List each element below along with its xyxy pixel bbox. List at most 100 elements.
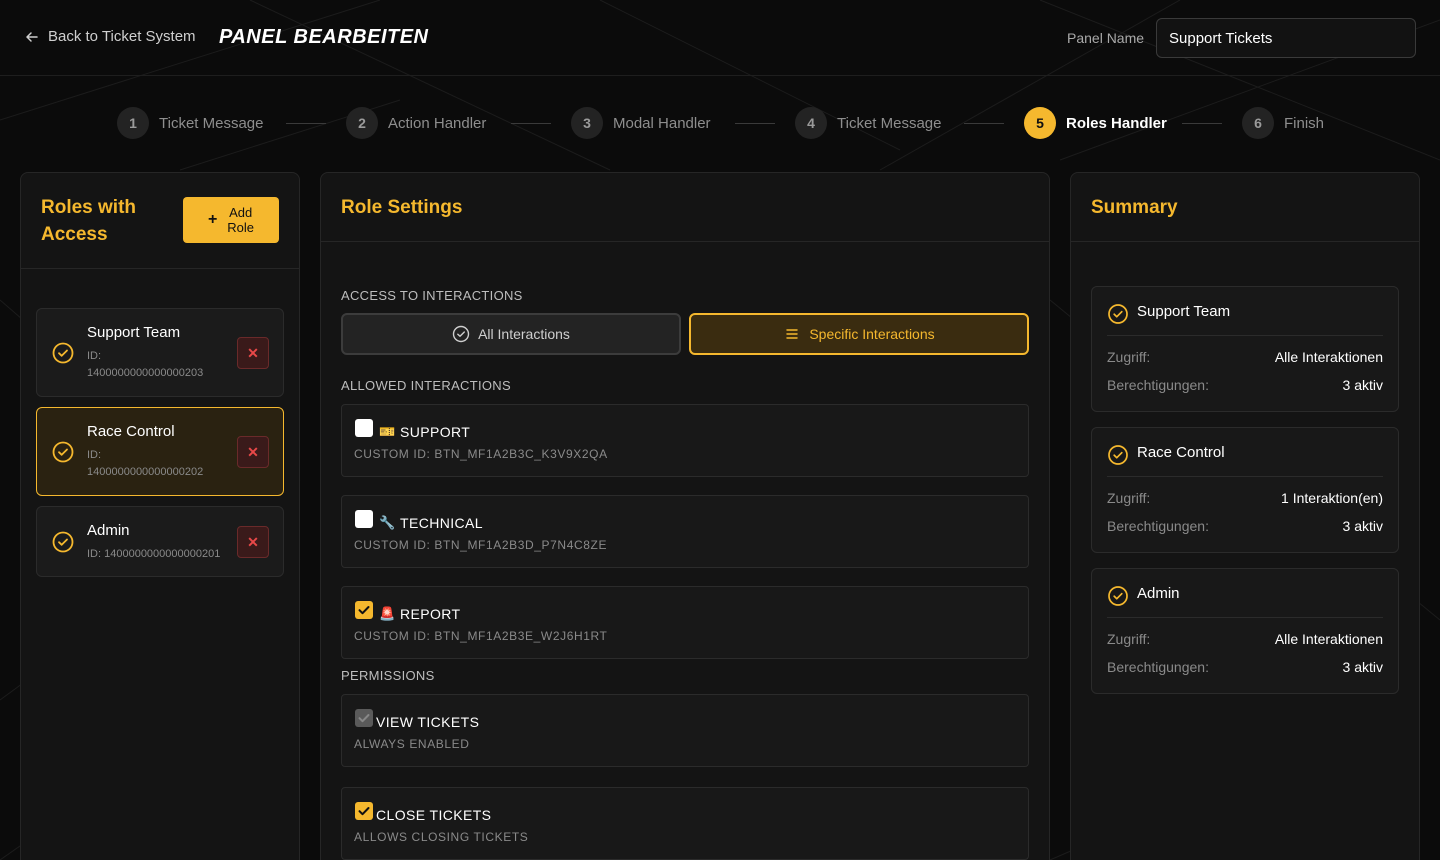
summary-access-row: Zugriff: Alle Interaktionen [1107,631,1383,647]
roles-panel-header: Roles with Access + Add Role [21,173,299,269]
summary-divider [1107,335,1383,336]
step-indicator: 1 Ticket Message 2 Action Handler 3 Moda… [0,76,1440,172]
interaction-custom-id: CUSTOM ID: BTN_MF1A2B3E_W2J6H1RT [354,629,608,643]
summary-permissions-key: Berechtigungen: [1107,518,1209,534]
summary-access-key: Zugriff: [1107,349,1151,365]
checkmark-icon [358,714,370,723]
step-label: Finish [1284,114,1325,132]
close-icon: ✕ [247,443,259,460]
role-id-value: 1400000000000000202 [87,466,204,478]
check-circle-icon [52,531,74,553]
add-role-button[interactable]: + Add Role [183,197,279,243]
step-connector [735,123,775,124]
ticket-icon: 🎫 [379,424,396,439]
permissions-section-label: PERMISSIONS [341,668,435,683]
summary-divider [1107,617,1383,618]
all-interactions-label: All Interactions [478,326,570,342]
step-number: 1 [117,107,149,139]
permission-checkbox[interactable] [355,802,373,820]
panel-name-label: Panel Name [1067,30,1145,46]
step-2[interactable]: 2 Action Handler [346,107,486,139]
role-name: Admin [87,522,130,539]
permission-item-view-tickets: VIEW TICKETS ALWAYS ENABLED [341,694,1029,767]
siren-icon: 🚨 [379,606,396,621]
role-id: ID: 1400000000000000203 [87,348,237,382]
summary-permissions-value: 3 aktiv [1342,518,1383,534]
step-3[interactable]: 3 Modal Handler [571,107,711,139]
interaction-item-technical: 🔧 TECHNICAL CUSTOM ID: BTN_MF1A2B3D_P7N4… [341,495,1029,568]
summary-card-support-team: Support Team Zugriff: Alle Interaktionen… [1091,286,1399,412]
step-label: Roles Handler [1066,114,1167,132]
delete-role-button[interactable]: ✕ [237,526,269,558]
summary-permissions-key: Berechtigungen: [1107,659,1209,675]
summary-access-value: Alle Interaktionen [1274,349,1383,365]
summary-permissions-value: 3 aktiv [1342,659,1383,675]
step-connector [964,123,1004,124]
plus-icon: + [207,211,218,228]
step-connector [511,123,551,124]
add-role-label: Add Role [227,205,254,235]
step-label: Ticket Message [159,114,264,132]
check-circle-icon [52,342,74,364]
interaction-item-report: 🚨 REPORT CUSTOM ID: BTN_MF1A2B3E_W2J6H1R… [341,586,1029,659]
summary-permissions-value: 3 aktiv [1342,377,1383,393]
step-1[interactable]: 1 Ticket Message [117,107,263,139]
roles-panel-title-line: Access [41,224,108,245]
summary-header: Summary [1071,173,1419,242]
role-name: Race Control [87,423,175,440]
interaction-checkbox[interactable] [355,601,373,619]
all-interactions-toggle[interactable]: All Interactions [341,313,681,355]
interaction-checkbox[interactable] [355,419,373,437]
interaction-custom-id: CUSTOM ID: BTN_MF1A2B3C_K3V9X2QA [354,447,608,461]
summary-access-key: Zugriff: [1107,631,1151,647]
check-circle-icon [52,441,74,463]
specific-interactions-label: Specific Interactions [809,326,935,342]
role-card-race-control[interactable]: Race Control ID: 1400000000000000202 ✕ [36,407,284,496]
add-role-label-line: Add [229,205,253,220]
step-label: Action Handler [388,114,487,132]
back-link[interactable]: Back to Ticket System [24,28,196,45]
step-connector [1182,123,1222,124]
back-link-label: Back to Ticket System [48,28,196,45]
permission-title: VIEW TICKETS [376,714,480,730]
role-id-value: 1400000000000000203 [87,367,204,379]
role-card-support-team[interactable]: Support Team ID: 1400000000000000203 ✕ [36,308,284,397]
interaction-checkbox[interactable] [355,510,373,528]
check-circle-icon [1108,304,1128,324]
list-icon [786,329,799,339]
page-title: PANEL BEARBEITEN [219,26,429,48]
specific-interactions-toggle[interactable]: Specific Interactions [689,313,1029,355]
role-id-prefix: ID: [87,350,102,362]
role-id-prefix: ID: [87,449,102,461]
summary-permissions-row: Berechtigungen: 3 aktiv [1107,377,1383,393]
role-settings-panel: Role Settings ACCESS TO INTERACTIONS All… [320,172,1050,860]
add-role-label-line: Role [227,220,255,235]
summary-role-name: Support Team [1137,303,1231,320]
summary-card-admin: Admin Zugriff: Alle Interaktionen Berech… [1091,568,1399,694]
step-5[interactable]: 5 Roles Handler [1024,107,1167,139]
summary-role-name: Admin [1137,585,1180,602]
summary-access-value: Alle Interaktionen [1274,631,1383,647]
permission-item-close-tickets: CLOSE TICKETS ALLOWS CLOSING TICKETS [341,787,1029,860]
check-circle-icon [1108,445,1128,465]
role-name: Support Team [87,324,181,341]
check-circle-icon [1108,586,1128,606]
allowed-section-label: ALLOWED INTERACTIONS [341,378,511,393]
step-label: Modal Handler [613,114,711,132]
interaction-title: SUPPORT [400,424,471,440]
delete-role-button[interactable]: ✕ [237,436,269,468]
step-6[interactable]: 6 Finish [1242,107,1324,139]
role-card-admin[interactable]: Admin ID: 1400000000000000201 ✕ [36,506,284,577]
summary-card-race-control: Race Control Zugriff: 1 Interaktion(en) … [1091,427,1399,553]
step-number: 3 [571,107,603,139]
summary-access-row: Zugriff: 1 Interaktion(en) [1107,490,1383,506]
delete-role-button[interactable]: ✕ [237,337,269,369]
permission-description: ALLOWS CLOSING TICKETS [354,830,529,844]
step-label: Ticket Message [837,114,942,132]
summary-divider [1107,476,1383,477]
summary-panel: Summary Support Team Zugriff: Alle Inter… [1070,172,1420,860]
step-4[interactable]: 4 Ticket Message [795,107,941,139]
check-circle-icon [452,325,470,343]
role-id: ID: 1400000000000000202 [87,447,237,481]
panel-name-input[interactable] [1156,18,1416,58]
